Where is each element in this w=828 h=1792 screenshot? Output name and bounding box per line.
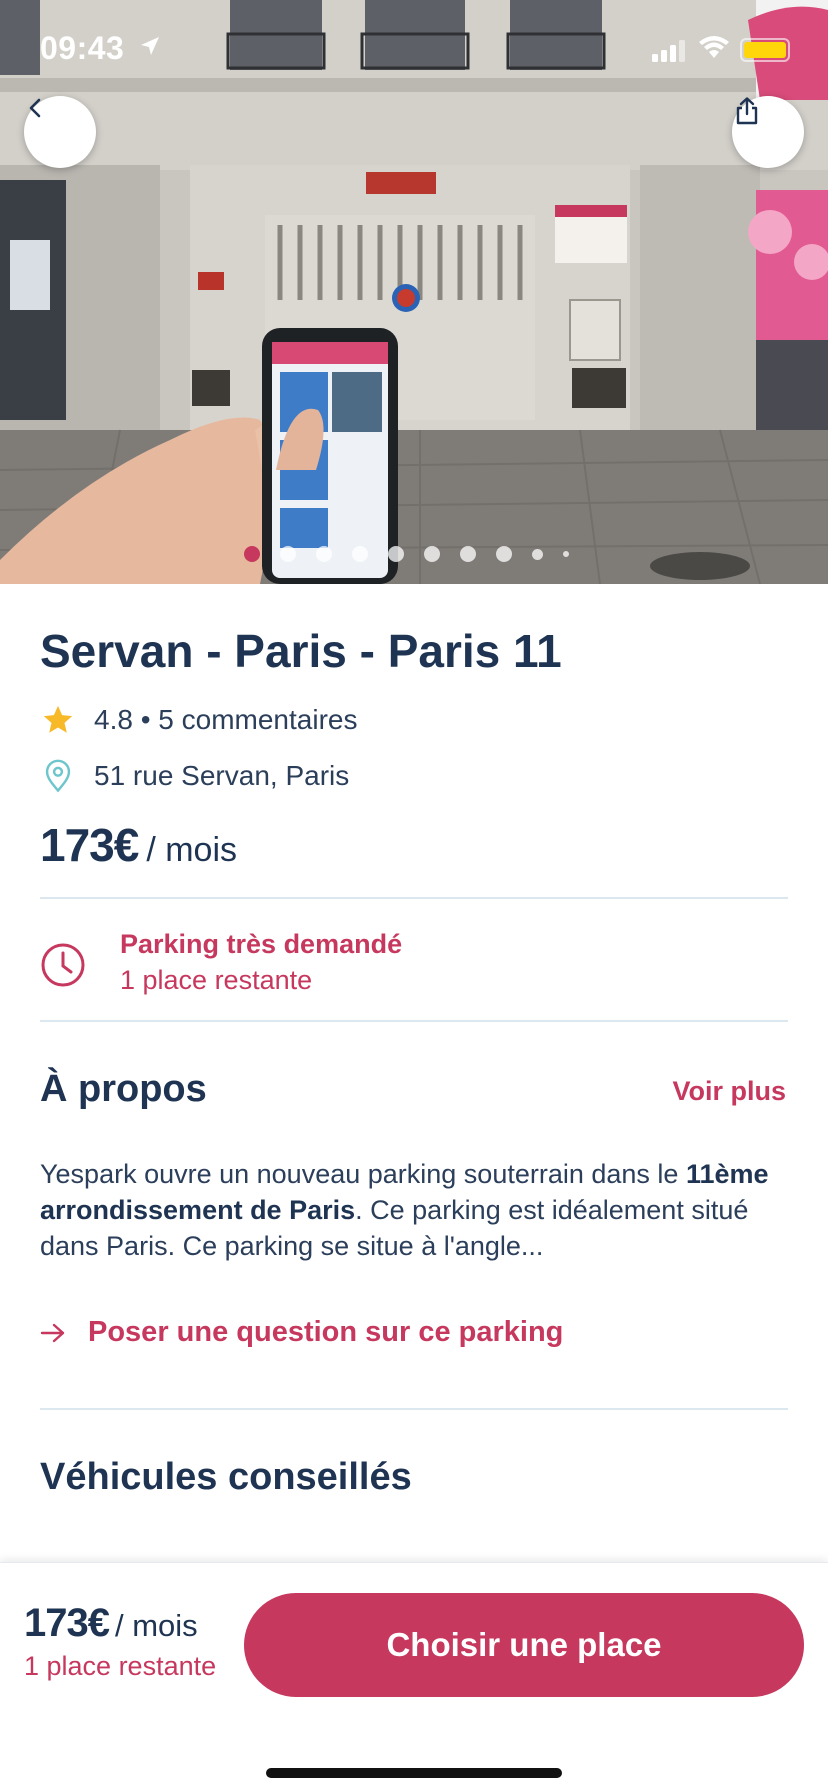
clock-icon: [40, 942, 86, 988]
battery-icon: [740, 38, 790, 62]
choose-spot-button[interactable]: Choisir une place: [244, 1593, 804, 1697]
vehicles-heading: Véhicules conseillés: [40, 1456, 412, 1498]
address-row: 51 rue Servan, Paris: [40, 758, 349, 794]
high-demand-notice: Parking très demandé 1 place restante: [40, 926, 402, 998]
see-more-link[interactable]: Voir plus: [672, 1076, 786, 1107]
address-text: 51 rue Servan, Paris: [94, 760, 350, 791]
gallery-dot[interactable]: [316, 546, 332, 562]
ask-question-label: Poser une question sur ce parking: [88, 1316, 564, 1348]
status-time: 09:43: [40, 30, 125, 66]
star-icon: [40, 702, 76, 738]
listing-title: Servan - Paris - Paris 11: [40, 625, 562, 677]
listing-price: 173€ / mois: [40, 818, 237, 872]
about-heading: À propos: [40, 1068, 207, 1110]
rating-text: 4.8 • 5 commentaires: [94, 704, 358, 735]
gallery-dot[interactable]: [424, 546, 440, 562]
gallery-dot[interactable]: [563, 551, 569, 557]
about-description: Yespark ouvre un nouveau parking souterr…: [40, 1156, 792, 1264]
gallery-dot[interactable]: [460, 546, 476, 562]
bottom-remaining: 1 place restante: [24, 1651, 217, 1681]
gallery-dot[interactable]: [244, 546, 260, 562]
bottom-price-unit: / mois: [114, 1608, 198, 1643]
price-unit: / mois: [146, 831, 238, 869]
demand-title: Parking très demandé: [120, 929, 403, 959]
share-button[interactable]: [732, 96, 804, 168]
gallery-dot[interactable]: [280, 546, 296, 562]
home-indicator: [266, 1768, 562, 1778]
gallery-dot[interactable]: [388, 546, 404, 562]
divider: [40, 897, 788, 899]
bottom-price: 173€ / mois: [24, 1601, 198, 1646]
demand-subtitle: 1 place restante: [120, 965, 313, 995]
gallery-pagination[interactable]: [244, 546, 569, 562]
ask-question-link[interactable]: Poser une question sur ce parking: [40, 1316, 563, 1349]
parking-photo-gallery[interactable]: 09:43: [0, 0, 828, 584]
location-pin-icon: [40, 758, 76, 794]
divider: [40, 1408, 788, 1410]
bottom-booking-bar: 173€ / mois 1 place restante Choisir une …: [0, 1562, 828, 1792]
bottom-price-amount: 173€: [24, 1601, 110, 1645]
gallery-dot[interactable]: [532, 548, 543, 560]
back-button[interactable]: [24, 96, 96, 168]
price-amount: 173€: [40, 819, 139, 871]
gallery-dot[interactable]: [352, 546, 368, 562]
about-text-start: Yespark ouvre un nouveau parking souterr…: [40, 1159, 686, 1189]
gallery-dot[interactable]: [496, 546, 512, 562]
rating-row[interactable]: 4.8 • 5 commentaires: [40, 702, 357, 738]
divider: [40, 1020, 788, 1022]
status-bar: 09:43: [0, 0, 828, 100]
arrow-right-icon: [40, 1322, 70, 1344]
